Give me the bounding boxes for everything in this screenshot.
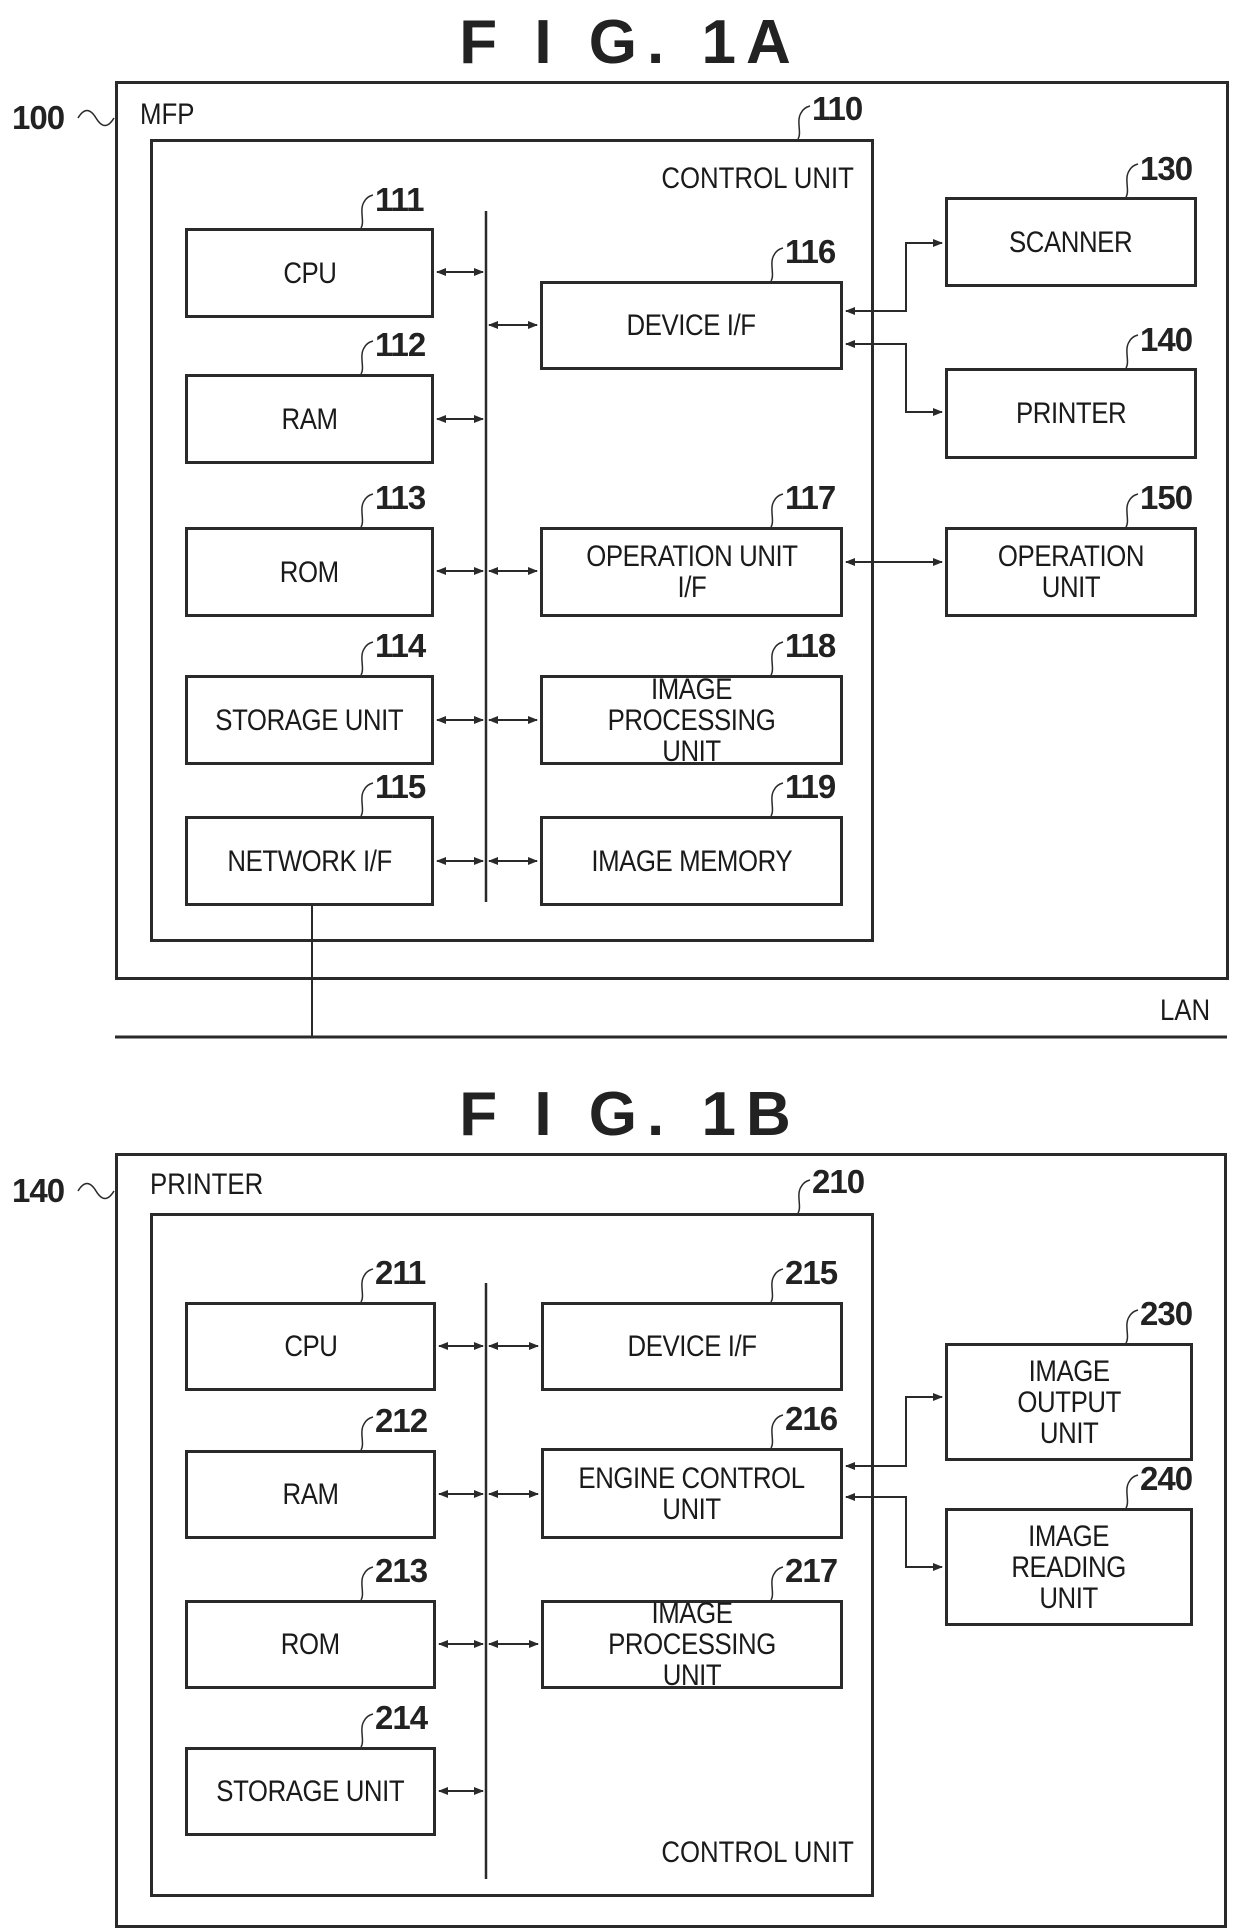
- leader-1a-right-1: [770, 493, 784, 528]
- leader-1a-right-0: [770, 247, 784, 282]
- leader-1a-ext-0: [1125, 163, 1139, 198]
- arrow-device-if-printer: [845, 340, 943, 416]
- leader-1a-right-2: [770, 641, 784, 676]
- leader-1a-left-3: [360, 641, 374, 676]
- leader-1a-ext-1: [1125, 334, 1139, 369]
- leader-110: [797, 105, 811, 140]
- leader-1b-right-2: [770, 1566, 784, 1601]
- leader-1b-left-2: [360, 1566, 374, 1601]
- leader-1a-left-2: [360, 493, 374, 528]
- leader-1b-ext-1: [1125, 1474, 1139, 1509]
- tilde-140: [77, 1182, 115, 1200]
- arrow-engine-image-output: [845, 1393, 943, 1470]
- leader-1b-ext-0: [1125, 1309, 1139, 1344]
- leader-1b-left-1: [360, 1416, 374, 1451]
- leader-1a-right-3: [770, 782, 784, 817]
- leader-1a-left-1: [360, 340, 374, 375]
- arrow-engine-image-reading: [845, 1493, 943, 1571]
- leader-1b-left-3: [360, 1713, 374, 1748]
- arrow-device-if-scanner: [845, 239, 943, 315]
- leader-210: [797, 1179, 811, 1214]
- leader-1a-left-4: [360, 782, 374, 817]
- leader-1b-left-0: [360, 1268, 374, 1303]
- leader-1b-right-1: [770, 1414, 784, 1449]
- tilde-100: [77, 109, 115, 127]
- connector-layer: [77, 105, 1227, 1879]
- leader-1b-right-0: [770, 1268, 784, 1303]
- leader-1a-left-0: [360, 194, 374, 229]
- leader-1a-ext-2: [1125, 493, 1139, 528]
